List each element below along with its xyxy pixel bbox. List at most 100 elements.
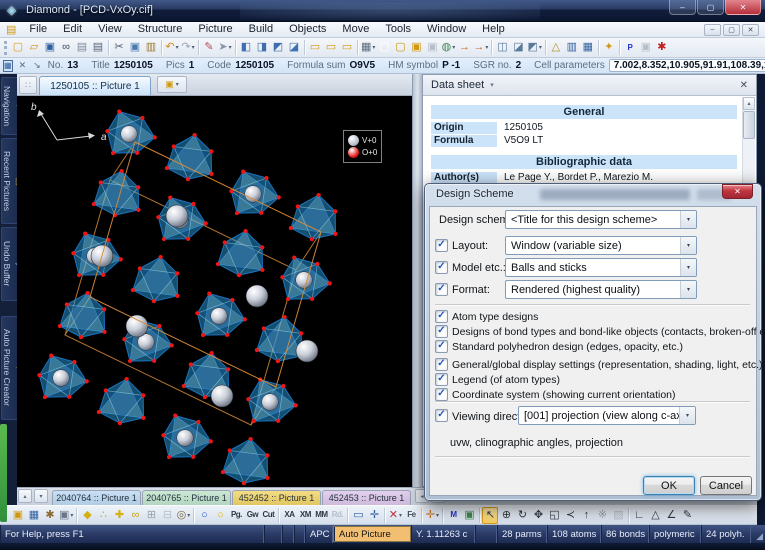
destroy-icon[interactable]: ✕▾: [387, 507, 403, 524]
polyhedra-icon[interactable]: ◆: [79, 507, 95, 524]
blank-swatch-icon[interactable]: ▢: [376, 39, 392, 56]
atom-labels-icon[interactable]: XA: [281, 507, 297, 524]
picture-tab-2040764-picture-1[interactable]: 2040764 :: Picture 1: [52, 490, 141, 505]
scrollbar-thumb[interactable]: [743, 111, 755, 139]
standard-polyhedron-design-edg-checkbox[interactable]: ✓: [435, 340, 448, 353]
general-global-display-setting-checkbox[interactable]: ✓: [435, 358, 448, 371]
move-icon[interactable]: ✥: [530, 507, 546, 524]
compass-icon[interactable]: ✛▾: [424, 507, 440, 524]
pane-grip-icon[interactable]: ∷: [19, 76, 37, 94]
toolbar-grip[interactable]: [4, 41, 7, 55]
find-icon[interactable]: ∞: [58, 39, 74, 56]
angle-measure-icon[interactable]: △: [647, 507, 663, 524]
angle-view-icon[interactable]: ≺: [562, 507, 578, 524]
distance-measure-icon[interactable]: ∟: [631, 507, 647, 524]
legend-of-atom-types-checkbox[interactable]: ✓: [435, 373, 448, 386]
format-brush-icon[interactable]: ✎: [201, 39, 217, 56]
chevron-down-icon[interactable]: ▾: [187, 512, 190, 519]
coordination-icon[interactable]: ⊞: [143, 507, 159, 524]
layout-checkbox[interactable]: ✓: [435, 239, 448, 252]
center-view-icon[interactable]: ✛: [366, 507, 382, 524]
measure-labels-icon[interactable]: MM: [313, 507, 329, 524]
resize-grip-icon[interactable]: ◢: [751, 525, 765, 543]
copy-picture-icon[interactable]: ▣: [424, 39, 440, 56]
chevron-down-icon[interactable]: ▾: [680, 211, 696, 228]
chevron-down-icon[interactable]: ▾: [485, 44, 488, 51]
menu-edit[interactable]: Edit: [55, 22, 90, 37]
packing-icon[interactable]: Pg.: [228, 507, 244, 524]
chevron-down-icon[interactable]: ▾: [436, 512, 439, 519]
picture-tab-452452-picture-1[interactable]: 452452 :: Picture 1: [232, 490, 321, 505]
chevron-down-icon[interactable]: ▾: [176, 44, 179, 51]
pointer-mode-icon[interactable]: ➤▾: [217, 39, 233, 56]
picture-window-icon[interactable]: ▭: [307, 39, 323, 56]
format-checkbox[interactable]: ✓: [435, 283, 448, 296]
molecule-icon[interactable]: M: [445, 507, 461, 524]
window-new-icon[interactable]: ◨: [254, 39, 270, 56]
window-tile-icon[interactable]: ◪: [286, 39, 302, 56]
save-picture-icon[interactable]: ▦: [26, 507, 42, 524]
model-etc-select[interactable]: Balls and sticks▾: [505, 258, 697, 277]
chevron-down-icon[interactable]: ▾: [680, 259, 696, 276]
goto-structure-icon[interactable]: ↘: [33, 60, 41, 71]
grow-icon[interactable]: Gw: [244, 507, 260, 524]
chevron-down-icon[interactable]: ▾: [70, 512, 73, 519]
picture-wizard-icon[interactable]: ✱: [42, 507, 58, 524]
pin-icon[interactable]: ▾: [490, 81, 494, 89]
representation-flat-icon[interactable]: ◫: [494, 39, 510, 56]
viewing-direction-checkbox[interactable]: ✓: [435, 409, 448, 422]
table-view-icon[interactable]: ▦▾: [360, 39, 376, 56]
ok-button[interactable]: OK: [643, 476, 695, 495]
save-icon[interactable]: ▣: [42, 39, 58, 56]
viewing-direction-select[interactable]: [001] projection (view along c-axis) ▾: [518, 406, 696, 425]
menu-move[interactable]: Move: [334, 22, 377, 37]
auto-picture-icon[interactable]: ▣: [10, 507, 26, 524]
bonds-icon[interactable]: ∞: [127, 507, 143, 524]
redo-icon[interactable]: ↷▾: [180, 39, 196, 56]
format-select[interactable]: Rendered (highest quality)▾: [505, 280, 697, 299]
chevron-down-icon[interactable]: ▾: [372, 44, 375, 51]
tools-icon[interactable]: ✱: [654, 39, 670, 56]
chevron-down-icon[interactable]: ▾: [229, 44, 232, 51]
stereo-icon[interactable]: △: [548, 39, 564, 56]
maximize-button[interactable]: ▢: [697, 0, 724, 15]
table-icon[interactable]: ▦: [580, 39, 596, 56]
picture-tab-2040765-picture-1[interactable]: 2040765 :: Picture 1: [142, 490, 231, 505]
cut-icon[interactable]: ✂: [111, 39, 127, 56]
add-atoms-icon[interactable]: ✚: [111, 507, 127, 524]
print-preview-icon[interactable]: ▤: [74, 39, 90, 56]
window-cascade-icon[interactable]: ◩: [270, 39, 286, 56]
frame-icon[interactable]: ▭: [350, 507, 366, 524]
mdi-minimize-button[interactable]: –: [704, 24, 721, 36]
data-sheet-header[interactable]: Data sheet ▾ ✕: [423, 75, 756, 96]
scroll-up-icon[interactable]: ▴: [743, 97, 755, 110]
tabs-scroll-down-button[interactable]: ▾: [34, 489, 48, 503]
spin-icon[interactable]: ※: [594, 507, 610, 524]
layout-select[interactable]: Window (variable size)▾: [505, 236, 697, 255]
mdi-close-button[interactable]: ✕: [742, 24, 759, 36]
fill-mode-icon[interactable]: ◎▾: [175, 507, 191, 524]
design-scheme-select[interactable]: <Title for this design scheme> ▾: [505, 210, 697, 229]
open-folder-icon[interactable]: ▱: [26, 39, 42, 56]
next-structure-icon[interactable]: →▾: [472, 39, 489, 56]
paste-icon[interactable]: ▥: [143, 39, 159, 56]
delete-structure-icon[interactable]: ✕: [19, 60, 27, 71]
menu-picture[interactable]: Picture: [190, 22, 240, 37]
duplicate-picture-icon[interactable]: ▣: [408, 39, 424, 56]
diagram-icon[interactable]: ▥: [564, 39, 580, 56]
web-export-icon[interactable]: ◍▾: [440, 39, 456, 56]
dialog-close-button[interactable]: ✕: [722, 184, 753, 199]
cancel-button[interactable]: Cancel: [700, 476, 752, 495]
chevron-down-icon[interactable]: ▾: [680, 237, 696, 254]
pane-splitter[interactable]: [412, 74, 422, 487]
chevron-down-icon[interactable]: ▾: [399, 512, 402, 519]
cell-parameters-field[interactable]: 7.002,8.352,10.905,91.91,108.39,110.50▴▾: [609, 59, 765, 72]
title-bar[interactable]: ◈ Diamond - [PCD-VxOy.cif] – ▢ ✕: [0, 0, 765, 22]
radii-icon[interactable]: Rd.: [329, 507, 345, 524]
undo-icon[interactable]: ↶▾: [164, 39, 180, 56]
rotate-icon[interactable]: ↻: [514, 507, 530, 524]
new-picture-button[interactable]: ▣▾: [157, 76, 187, 93]
model-etc-checkbox[interactable]: ✓: [435, 261, 448, 274]
picture-tab-452453-picture-1[interactable]: 452453 :: Picture 1: [322, 490, 411, 505]
representation-rendered-icon[interactable]: ◩▾: [526, 39, 542, 56]
